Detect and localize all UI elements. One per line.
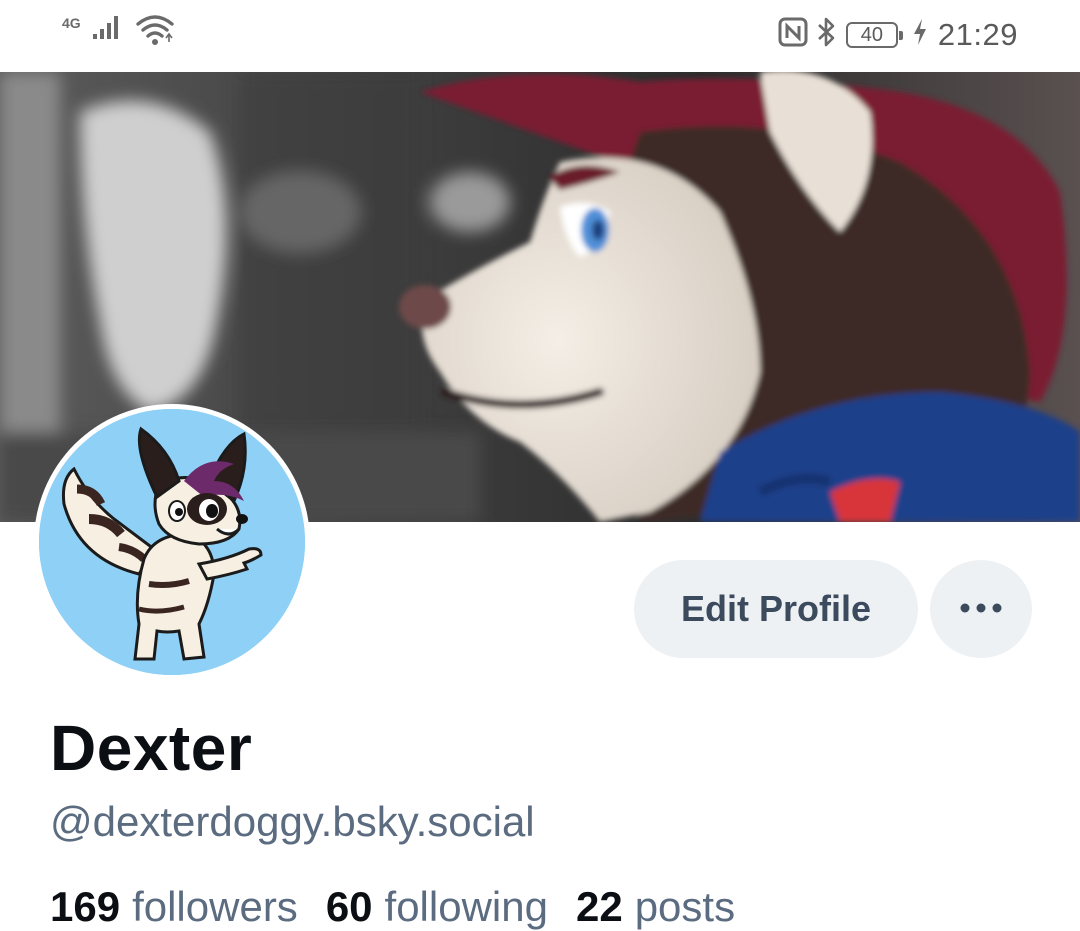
following-stat[interactable]: 60 following (326, 880, 548, 931)
avatar-image (39, 409, 305, 675)
edit-profile-button[interactable]: Edit Profile (634, 560, 918, 658)
status-bar: 4G 40 21:29 (0, 0, 1080, 72)
nfc-icon (778, 17, 808, 52)
network-type-label: 4G (62, 15, 81, 31)
posts-stat: 22 posts (576, 880, 735, 931)
bluetooth-icon (816, 16, 838, 53)
following-count: 60 (325, 883, 373, 930)
followers-count: 169 (50, 883, 121, 930)
clock: 21:29 (937, 16, 1018, 52)
status-left: 4G (62, 14, 175, 51)
signal-icon (92, 14, 123, 45)
followers-label: followers (132, 883, 298, 930)
more-options-button[interactable] (930, 560, 1032, 658)
battery-icon: 40 (845, 21, 903, 48)
charging-icon (912, 18, 928, 51)
display-name: Dexter (50, 712, 253, 784)
posts-count: 22 (575, 883, 623, 930)
profile-screen: 4G 40 21:29 Edit Profile Dexter @dexterd… (0, 0, 1080, 931)
profile-stats: 169 followers 60 following 22 posts (50, 880, 735, 931)
status-right: 40 21:29 (778, 16, 1018, 53)
following-label: following (384, 883, 548, 930)
profile-handle: @dexterdoggy.bsky.social (50, 798, 535, 845)
followers-stat[interactable]: 169 followers (50, 880, 298, 931)
avatar[interactable] (34, 404, 310, 680)
ellipsis-icon (959, 602, 1003, 617)
posts-label: posts (634, 883, 736, 930)
wifi-icon (135, 14, 175, 51)
battery-level: 40 (860, 23, 884, 46)
